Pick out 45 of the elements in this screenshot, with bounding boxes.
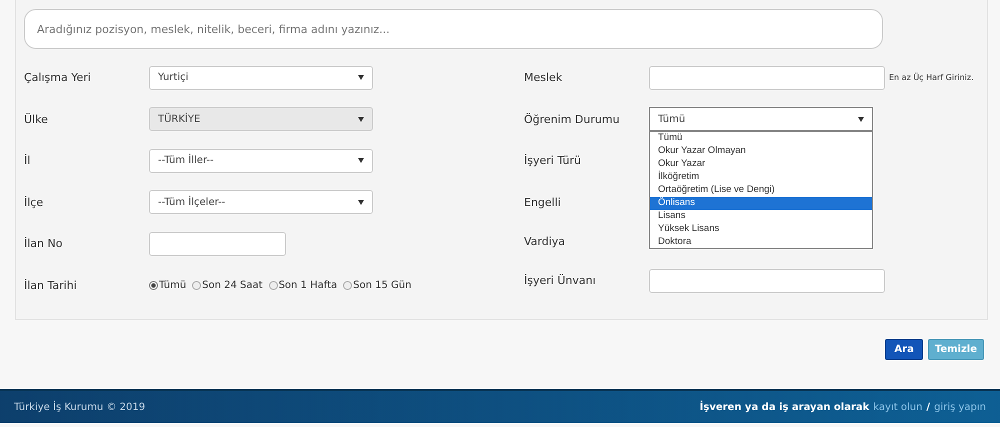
caret-icon bbox=[358, 116, 364, 122]
select-field[interactable]: Yurtiçi bbox=[149, 66, 373, 90]
prompt-text: İşveren ya da iş arayan olarak bbox=[700, 402, 870, 412]
dropdown-option[interactable]: Önlisans bbox=[650, 196, 872, 210]
caret-icon bbox=[358, 200, 364, 205]
input-field[interactable] bbox=[649, 268, 885, 293]
search-field[interactable]: Aradığınız pozisyon, meslek, nitelik, beceri, firma adını yazınız... bbox=[24, 9, 883, 49]
field-label: İşyeri Ünvanı bbox=[524, 274, 597, 288]
caret-icon bbox=[358, 158, 364, 164]
dropdown-option[interactable]: Ortaöğretim (Lise ve Dengi) bbox=[650, 184, 872, 197]
field-label: Vardiya bbox=[524, 235, 566, 248]
select-field[interactable]: --Tüm İlçeler-- bbox=[149, 190, 373, 214]
dropdown-option[interactable]: Doktora bbox=[650, 236, 872, 248]
separator-text: / bbox=[926, 402, 930, 412]
field-label: İl bbox=[24, 154, 32, 168]
radio-option[interactable]: Son 24 Saat bbox=[192, 280, 263, 291]
field-label: İşyeri Türü bbox=[524, 154, 582, 168]
select-field[interactable]: --Tüm İller-- bbox=[149, 148, 373, 173]
input-field[interactable] bbox=[649, 66, 885, 90]
caret-icon bbox=[358, 75, 364, 80]
copyright-text: Türkiye İş Kurumu © 2019 bbox=[14, 402, 146, 412]
register-link[interactable]: kayıt olun bbox=[873, 402, 922, 412]
dropdown-option[interactable]: Lisans bbox=[650, 210, 872, 223]
field-label: Meslek bbox=[524, 71, 564, 84]
field-label: Öğrenim Durumu bbox=[524, 112, 621, 126]
login-link[interactable]: giriş yapın bbox=[934, 402, 986, 412]
dropdown-option[interactable]: Okur Yazar Olmayan bbox=[650, 145, 872, 158]
dropdown-option[interactable]: Okur Yazar bbox=[650, 158, 872, 171]
field-label: Engelli bbox=[524, 196, 562, 209]
select-field[interactable]: Tümü bbox=[649, 107, 873, 132]
field-label: İlçe bbox=[24, 196, 44, 209]
radio-option[interactable]: Son 1 Hafta bbox=[268, 280, 338, 291]
caret-icon bbox=[858, 116, 864, 122]
hint-text: En az Üç Harf Giriniz. bbox=[889, 73, 974, 82]
radio-option[interactable]: Tümü bbox=[149, 280, 186, 291]
field-label: Çalışma Yeri bbox=[24, 71, 92, 84]
dropdown-option[interactable]: Yüksek Lisans bbox=[650, 222, 872, 236]
search-button[interactable]: Ara bbox=[885, 339, 923, 360]
radio-option[interactable]: Son 15 Gün bbox=[343, 280, 412, 291]
field-label: İlan No bbox=[24, 237, 64, 250]
input-field[interactable] bbox=[149, 232, 286, 256]
dropdown-option[interactable]: Tümü bbox=[650, 132, 872, 146]
field-label: Ülke bbox=[24, 112, 49, 126]
field-label: İlan Tarihi bbox=[24, 278, 78, 292]
dropdown-option[interactable]: İlköğretim bbox=[650, 170, 872, 184]
